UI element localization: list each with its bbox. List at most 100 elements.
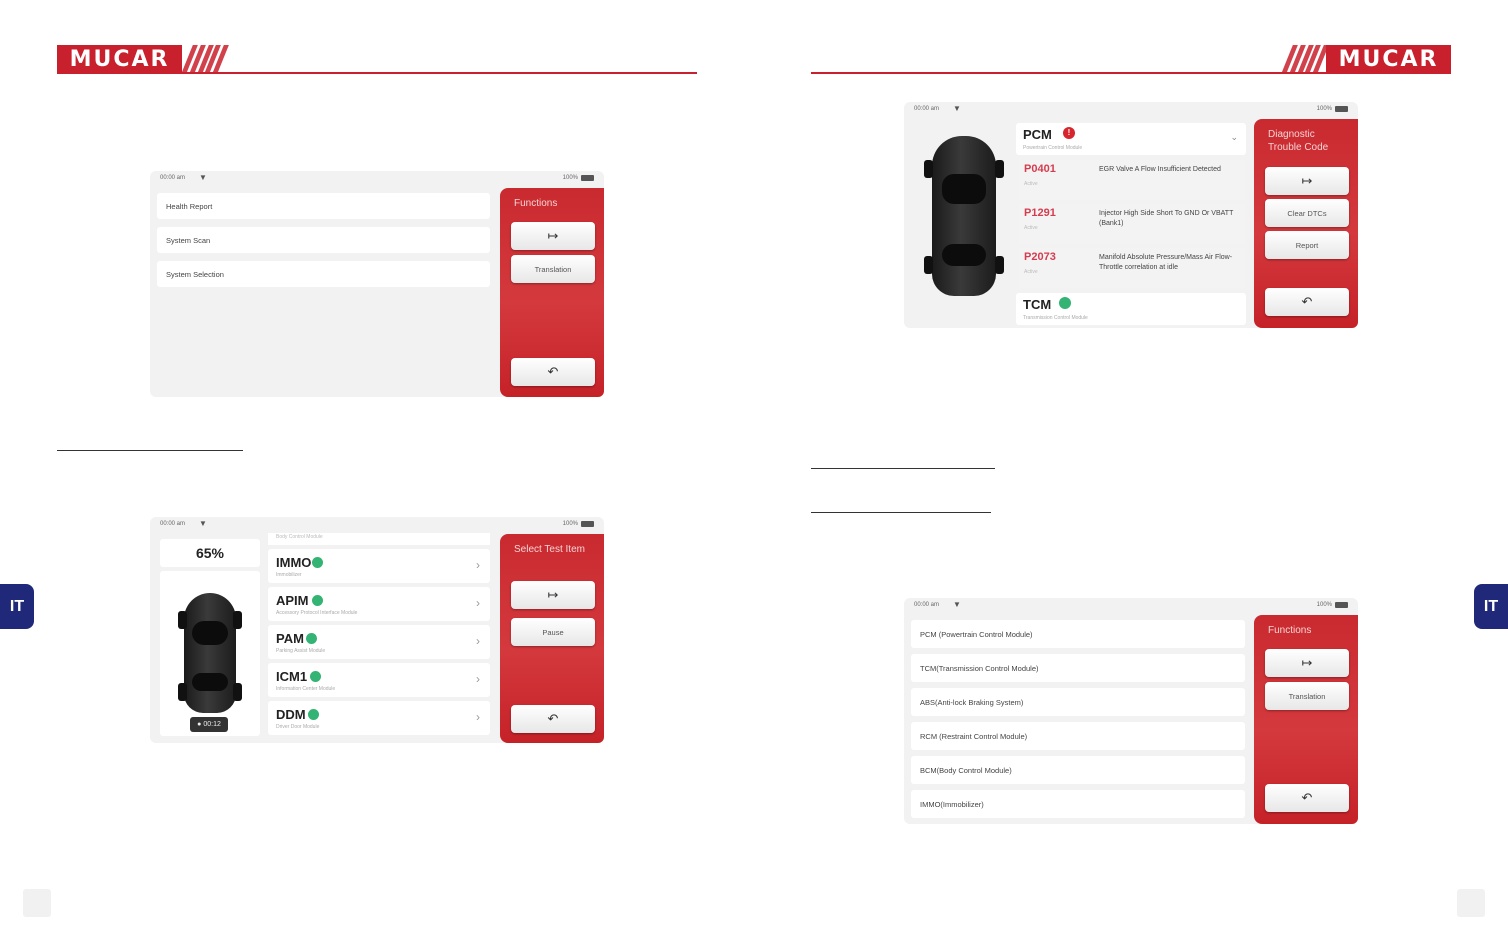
exit-button[interactable]: ↦ — [511, 222, 595, 250]
report-button[interactable]: Report — [1265, 231, 1349, 259]
module-desc: Powertrain Control Module — [1023, 145, 1083, 151]
status-time: 00:00 am — [160, 521, 186, 527]
heading-underline-3 — [811, 512, 991, 513]
system-row-tcm[interactable]: TCM(Transmission Control Module) — [911, 654, 1245, 682]
ok-check-icon — [310, 671, 321, 682]
module-name: PAM — [276, 631, 304, 646]
module-row-immo[interactable]: IMMO Immobilizer › — [268, 549, 490, 583]
status-time: 00:00 am — [160, 175, 186, 181]
dtc-row: P1291 Active Injector High Side Short To… — [1019, 204, 1245, 244]
panel-title: Functions — [514, 198, 558, 209]
status-bar: 00:00 am ▼ 100% — [904, 598, 1358, 614]
battery-level: 100% — [1316, 602, 1332, 608]
language-tab-left[interactable]: IT — [0, 584, 34, 629]
language-tab-right[interactable]: IT — [1474, 584, 1508, 629]
page-number-right — [1457, 889, 1485, 917]
status-time: 00:00 am — [914, 106, 940, 112]
module-name: APIM — [276, 593, 309, 608]
screenshot-trouble-codes: 00:00 am ▼ 100% PCM ! Powertrain Control… — [904, 102, 1358, 328]
chevron-right-icon: › — [476, 710, 480, 724]
logo-stripes-right — [1281, 45, 1329, 74]
battery-level: 100% — [562, 175, 578, 181]
ok-check-icon — [308, 709, 319, 720]
menu-row-health-report[interactable]: Health Report — [157, 193, 490, 219]
system-row-immo[interactable]: IMMO(Immobilizer) — [911, 790, 1245, 818]
menu-row-system-selection[interactable]: System Selection — [157, 261, 490, 287]
logo-stripes-left — [181, 45, 229, 74]
back-button[interactable]: ↶ — [1265, 784, 1349, 812]
dtc-code: P2073 — [1024, 251, 1056, 263]
header-rule-left — [57, 72, 697, 74]
dtc-code: P1291 — [1024, 207, 1056, 219]
back-icon: ↶ — [547, 711, 559, 726]
back-button[interactable]: ↶ — [511, 705, 595, 733]
scan-timer: ● 00:12 — [190, 717, 228, 732]
select-test-panel: Select Test Item ↦ Pause ↶ — [500, 534, 604, 743]
back-button[interactable]: ↶ — [1265, 288, 1349, 316]
ok-check-icon — [312, 595, 323, 606]
battery-level: 100% — [562, 521, 578, 527]
exit-button[interactable]: ↦ — [1265, 167, 1349, 195]
module-row-ddm[interactable]: DDM Driver Door Module › — [268, 701, 490, 735]
module-desc: Parking Assist Module — [276, 648, 326, 654]
module-row-pam[interactable]: PAM Parking Assist Module › — [268, 625, 490, 659]
dtc-description: Manifold Absolute Pressure/Mass Air Flow… — [1099, 254, 1233, 271]
dtc-row: P0401 Active EGR Valve A Flow Insufficie… — [1019, 160, 1245, 200]
dtc-description: Injector High Side Short To GND Or VBATT… — [1099, 210, 1234, 227]
system-row-rcm[interactable]: RCM (Restraint Control Module) — [911, 722, 1245, 750]
functions-panel: Functions ↦ Translation ↶ — [500, 188, 604, 397]
menu-row-system-scan[interactable]: System Scan — [157, 227, 490, 253]
translation-button[interactable]: Translation — [1265, 682, 1349, 710]
vehicle-card: ● 00:12 — [160, 571, 260, 736]
dtc-status: Active — [1024, 225, 1038, 231]
system-row-pcm[interactable]: PCM (Powertrain Control Module) — [911, 620, 1245, 648]
chevron-down-icon: ⌄ — [1230, 132, 1238, 142]
module-name: DDM — [276, 707, 306, 722]
chevron-right-icon: › — [476, 672, 480, 686]
module-row-icm1[interactable]: ICM1 Information Center Module › — [268, 663, 490, 697]
battery-level: 100% — [1316, 106, 1332, 112]
car-image — [178, 593, 242, 713]
back-button[interactable]: ↶ — [511, 358, 595, 386]
timer-icon: ● — [197, 721, 202, 728]
pause-button[interactable]: Pause — [511, 618, 595, 646]
manual-spread: MUCAR MUCAR IT IT 00:00 am ▼ 100% Health… — [0, 0, 1508, 941]
header-rule-right — [811, 72, 1379, 74]
wifi-icon: ▼ — [199, 519, 207, 528]
heading-underline-1 — [57, 450, 243, 451]
timer-value: 00:12 — [203, 721, 221, 728]
panel-title: Select Test Item — [514, 544, 585, 555]
battery-icon — [1335, 106, 1348, 112]
module-row-apim[interactable]: APIM Accessory Protocol Interface Module… — [268, 587, 490, 621]
battery-icon — [581, 175, 594, 181]
dtc-description: EGR Valve A Flow Insufficient Detected — [1099, 166, 1221, 173]
dtc-row: P2073 Active Manifold Absolute Pressure/… — [1019, 248, 1245, 288]
screenshot-system-scan: 00:00 am ▼ 100% 65% ● 00:12 Body Control … — [150, 517, 604, 743]
module-desc: Information Center Module — [276, 686, 336, 692]
exit-button[interactable]: ↦ — [1265, 649, 1349, 677]
module-header-pcm[interactable]: PCM ! Powertrain Control Module ⌄ — [1016, 123, 1246, 155]
dtc-code: P0401 — [1024, 163, 1056, 175]
error-alert-icon: ! — [1063, 127, 1075, 139]
battery-indicator: 100% — [563, 175, 594, 181]
module-desc: Driver Door Module — [276, 724, 320, 730]
system-row-abs[interactable]: ABS(Anti-lock Braking System) — [911, 688, 1245, 716]
dtc-panel: Diagnostic Trouble Code ↦ Clear DTCs Rep… — [1254, 119, 1358, 328]
scan-progress: 65% — [160, 539, 260, 567]
battery-indicator: 100% — [1317, 106, 1348, 112]
module-name: PCM — [1023, 127, 1052, 142]
page-number-left — [23, 889, 51, 917]
module-name: ICM1 — [276, 669, 308, 684]
translation-button[interactable]: Translation — [511, 255, 595, 283]
status-bar: 00:00 am ▼ 100% — [150, 517, 604, 533]
exit-icon: ↦ — [1301, 173, 1313, 188]
module-header-tcm[interactable]: TCM Transmission Control Module — [1016, 293, 1246, 325]
screenshot-functions-menu: 00:00 am ▼ 100% Health Report System Sca… — [150, 171, 604, 397]
wifi-icon: ▼ — [953, 600, 961, 609]
back-icon: ↶ — [1301, 294, 1313, 309]
system-row-bcm[interactable]: BCM(Body Control Module) — [911, 756, 1245, 784]
wifi-icon: ▼ — [199, 173, 207, 182]
exit-button[interactable]: ↦ — [511, 581, 595, 609]
ok-check-icon — [312, 557, 323, 568]
clear-dtcs-button[interactable]: Clear DTCs — [1265, 199, 1349, 227]
